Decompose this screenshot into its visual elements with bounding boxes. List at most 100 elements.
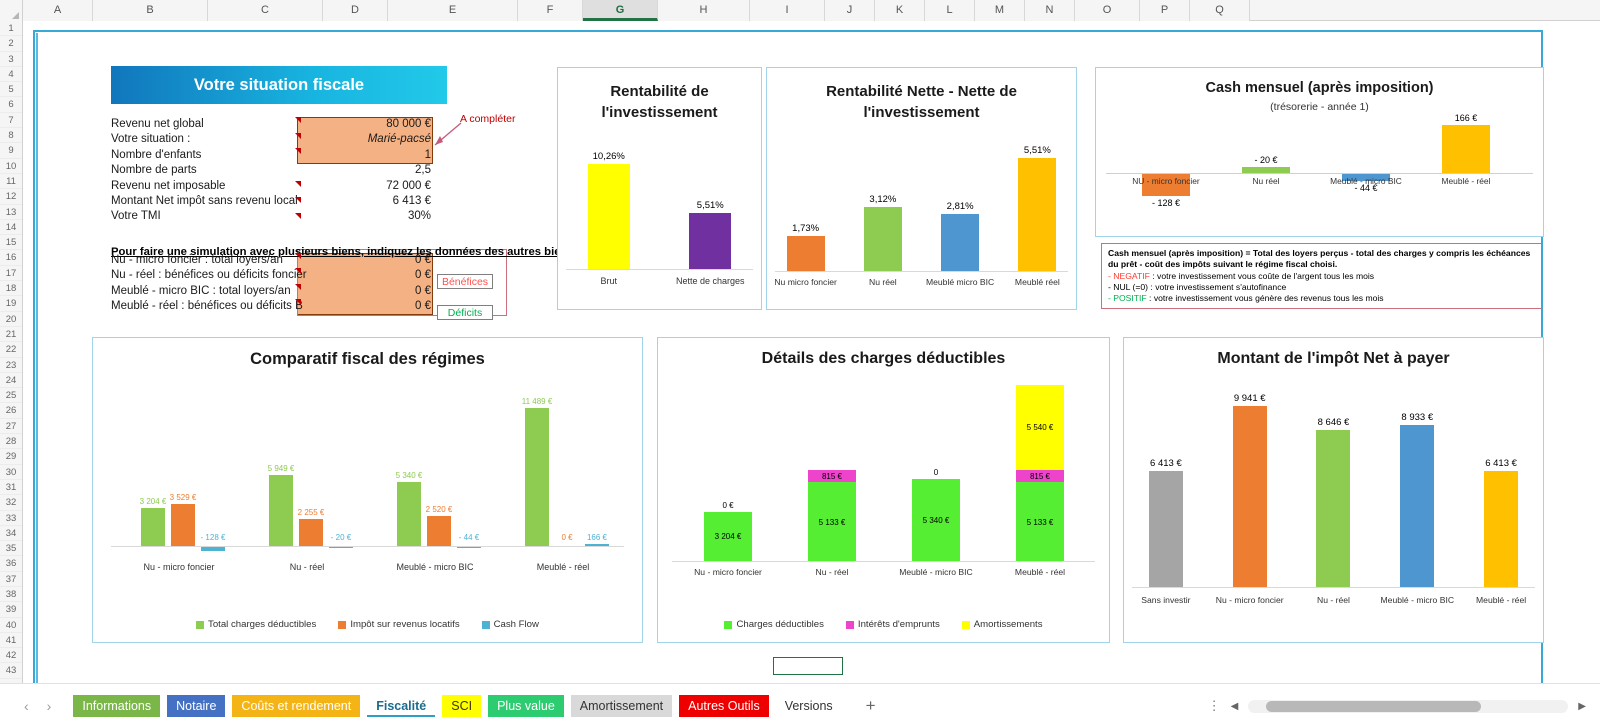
sheet-tab-fiscalit-[interactable]: Fiscalité xyxy=(367,694,436,717)
row-header-33[interactable]: 33 xyxy=(0,511,22,526)
row-header-26[interactable]: 26 xyxy=(0,403,22,419)
row-header-36[interactable]: 36 xyxy=(0,556,22,572)
column-header-K[interactable]: K xyxy=(875,0,925,21)
row-header-24[interactable]: 24 xyxy=(0,373,22,389)
next-sheet-icon[interactable]: › xyxy=(47,698,52,714)
column-header-B[interactable]: B xyxy=(93,0,208,21)
chart-panel-details-charges[interactable]: Détails des charges déductibles 3 204 € 0… xyxy=(657,337,1110,643)
row-header-41[interactable]: 41 xyxy=(0,633,22,649)
row-header-10[interactable]: 10 xyxy=(0,159,22,174)
row-header-6[interactable]: 6 xyxy=(0,97,22,113)
column-header-G[interactable]: G xyxy=(583,0,658,21)
column-header-I[interactable]: I xyxy=(750,0,825,21)
situation-row-value[interactable]: 2,5 xyxy=(296,163,436,178)
row-header-20[interactable]: 20 xyxy=(0,312,22,327)
bar[interactable] xyxy=(1316,429,1351,588)
row-header-17[interactable]: 17 xyxy=(0,266,22,282)
row-header-29[interactable]: 29 xyxy=(0,449,22,465)
bar[interactable] xyxy=(689,212,732,270)
simulation-row-value[interactable]: 0 € xyxy=(296,253,436,268)
row-header-22[interactable]: 22 xyxy=(0,342,22,358)
row-header-12[interactable]: 12 xyxy=(0,189,22,205)
sheet-tab-sci[interactable]: SCI xyxy=(442,694,482,717)
row-header-23[interactable]: 23 xyxy=(0,358,22,373)
column-header-A[interactable]: A xyxy=(23,0,93,21)
simulation-row-value[interactable]: 0 € xyxy=(296,268,436,283)
situation-row-value[interactable]: Marié-pacsé xyxy=(296,132,436,147)
chart-panel-impot-net[interactable]: Montant de l'impôt Net à payer 6 413 € 9 … xyxy=(1123,337,1544,643)
column-header-E[interactable]: E xyxy=(388,0,518,21)
column-header-N[interactable]: N xyxy=(1025,0,1075,21)
situation-row-value[interactable]: 72 000 € xyxy=(296,179,436,194)
scroll-left-icon[interactable]: ◀ xyxy=(1231,701,1239,712)
row-header-35[interactable]: 35 xyxy=(0,541,22,557)
row-header-39[interactable]: 39 xyxy=(0,602,22,618)
situation-row-value[interactable]: 30% xyxy=(296,209,436,224)
situation-row-value[interactable]: 6 413 € xyxy=(296,194,436,209)
sheet-tab-notaire[interactable]: Notaire xyxy=(167,694,226,717)
chart-panel-cash-mensuel[interactable]: Cash mensuel (après imposition) (trésore… xyxy=(1095,67,1544,237)
situation-row-value[interactable]: 1 xyxy=(296,148,436,163)
bar[interactable] xyxy=(141,507,165,546)
row-header-18[interactable]: 18 xyxy=(0,281,22,297)
bar[interactable] xyxy=(863,207,902,272)
row-header-19[interactable]: 19 xyxy=(0,296,22,312)
column-header-L[interactable]: L xyxy=(925,0,975,21)
row-header-38[interactable]: 38 xyxy=(0,587,22,603)
row-header-40[interactable]: 40 xyxy=(0,618,22,633)
bar[interactable] xyxy=(397,481,421,546)
sheet-tab-informations[interactable]: Informations xyxy=(73,694,161,717)
column-header-C[interactable]: C xyxy=(208,0,323,21)
active-cell-cursor[interactable] xyxy=(773,657,843,675)
sheet-tab-versions[interactable]: Versions xyxy=(776,695,842,717)
bar[interactable] xyxy=(1400,424,1435,588)
horizontal-scrollbar[interactable] xyxy=(1248,699,1569,713)
row-header-32[interactable]: 32 xyxy=(0,495,22,511)
row-header-8[interactable]: 8 xyxy=(0,128,22,144)
row-header-11[interactable]: 11 xyxy=(0,174,22,190)
row-header-2[interactable]: 2 xyxy=(0,36,22,52)
add-sheet-button[interactable]: + xyxy=(866,696,876,716)
select-all-corner[interactable] xyxy=(0,0,23,21)
row-header-14[interactable]: 14 xyxy=(0,220,22,236)
situation-row-value[interactable]: 80 000 € xyxy=(296,117,436,132)
bar[interactable] xyxy=(1018,157,1057,272)
chart-panel-rentabilite-nette[interactable]: Rentabilité Nette - Nette de l'investiss… xyxy=(766,67,1077,310)
bar[interactable] xyxy=(587,163,630,270)
sheet-tab-autres-outils[interactable]: Autres Outils xyxy=(679,694,769,717)
bar[interactable] xyxy=(1484,470,1519,588)
column-header-M[interactable]: M xyxy=(975,0,1025,21)
bar[interactable] xyxy=(1442,125,1490,173)
column-header-H[interactable]: H xyxy=(658,0,750,21)
row-header-1[interactable]: 1 xyxy=(0,21,22,37)
row-header-21[interactable]: 21 xyxy=(0,327,22,343)
bar[interactable] xyxy=(1232,406,1267,588)
scroll-right-icon[interactable]: ▶ xyxy=(1578,701,1586,712)
row-header-13[interactable]: 13 xyxy=(0,205,22,220)
row-header-5[interactable]: 5 xyxy=(0,82,22,98)
row-header-3[interactable]: 3 xyxy=(0,52,22,67)
row-header-34[interactable]: 34 xyxy=(0,526,22,542)
row-header-15[interactable]: 15 xyxy=(0,235,22,251)
row-header-25[interactable]: 25 xyxy=(0,388,22,404)
sheet-tab-amortissement[interactable]: Amortissement xyxy=(570,694,673,717)
row-header-16[interactable]: 16 xyxy=(0,250,22,266)
scrollbar-thumb[interactable] xyxy=(1266,700,1482,712)
row-header-9[interactable]: 9 xyxy=(0,143,22,159)
column-header-O[interactable]: O xyxy=(1075,0,1140,21)
column-header-Q[interactable]: Q xyxy=(1190,0,1250,21)
prev-sheet-icon[interactable]: ‹ xyxy=(24,698,29,714)
chart-panel-rentabilite[interactable]: Rentabilité de l'investissement 10,26% 5,… xyxy=(557,67,762,310)
bar[interactable] xyxy=(1148,470,1183,588)
row-header-43[interactable]: 43 xyxy=(0,663,22,679)
row-header-28[interactable]: 28 xyxy=(0,434,22,450)
bar[interactable] xyxy=(786,235,825,272)
simulation-row-value[interactable]: 0 € xyxy=(296,284,436,299)
sheet-tab-co-ts-et-rendement[interactable]: Coûts et rendement xyxy=(232,694,361,717)
more-options-icon[interactable]: ⋮ xyxy=(1208,698,1221,714)
column-header-D[interactable]: D xyxy=(323,0,388,21)
bar[interactable] xyxy=(941,213,980,272)
column-header-P[interactable]: P xyxy=(1140,0,1190,21)
row-header-37[interactable]: 37 xyxy=(0,572,22,587)
bar[interactable] xyxy=(525,408,549,546)
